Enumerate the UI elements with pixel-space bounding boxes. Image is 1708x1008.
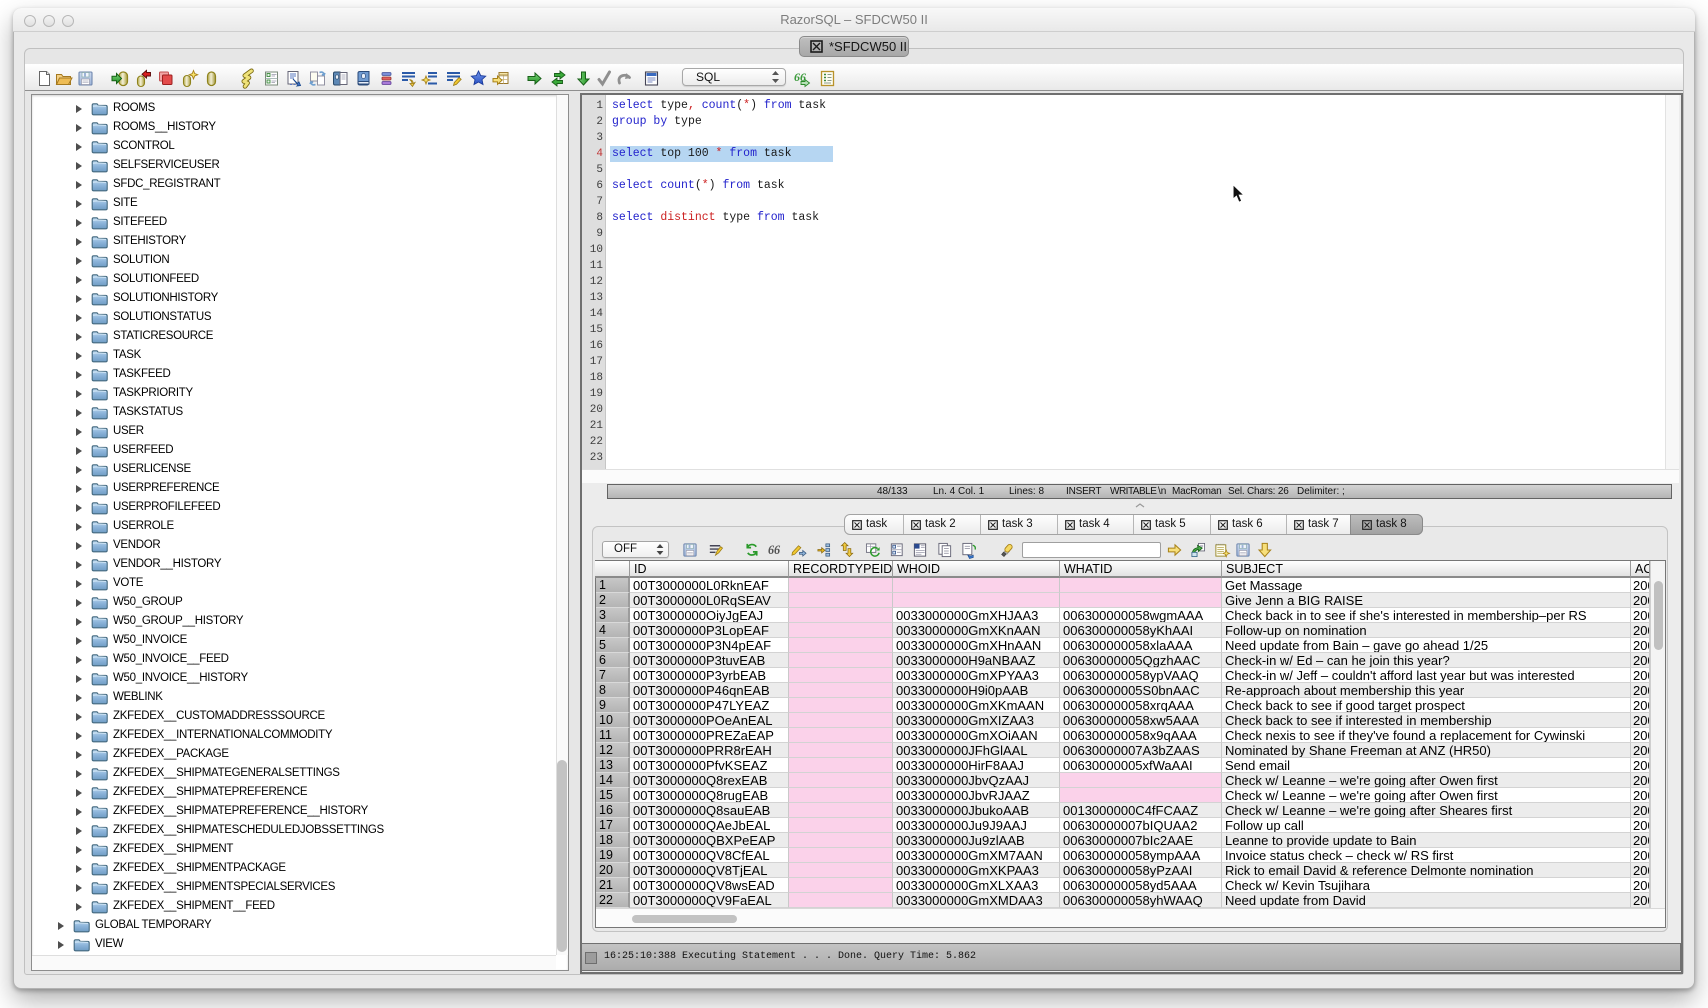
svg-text:66: 66: [768, 543, 781, 557]
